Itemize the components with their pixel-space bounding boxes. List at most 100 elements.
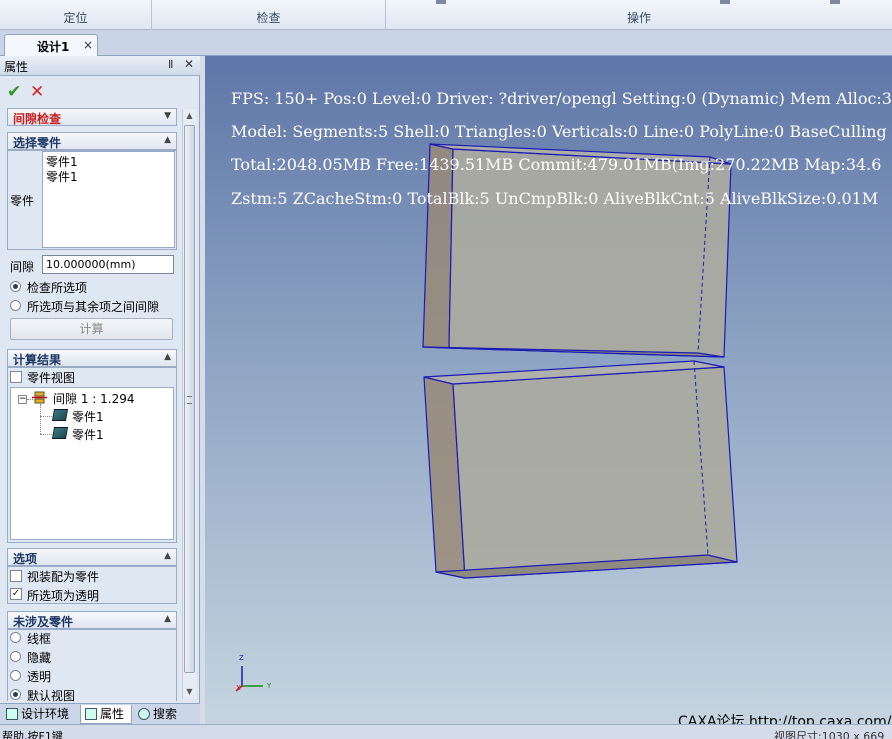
tab-search[interactable]: 搜索 bbox=[134, 705, 177, 724]
y-axis-label: Y bbox=[266, 682, 272, 690]
tree-connector bbox=[40, 434, 52, 435]
gap-label: 间隙 bbox=[10, 260, 35, 274]
cancel-x-icon[interactable]: ✕ bbox=[30, 82, 44, 102]
ribbon-group-label: 定位 bbox=[63, 11, 88, 25]
grip-icon bbox=[187, 396, 192, 404]
tree-connector bbox=[40, 404, 41, 434]
radio-label: 检查所选项 bbox=[27, 281, 88, 295]
assembly-as-part-checkbox[interactable] bbox=[10, 570, 22, 582]
document-tab[interactable]: 设计1 × bbox=[4, 34, 98, 56]
uninvolved-parts-header[interactable]: 未涉及零件 ▲ bbox=[7, 611, 177, 629]
checkbox-label: 视装配为零件 bbox=[27, 570, 100, 584]
ribbon-tool-icon[interactable] bbox=[830, 0, 840, 4]
z-axis-label: Z bbox=[239, 654, 244, 662]
tab-design-environment[interactable]: 设计环境 bbox=[2, 705, 69, 724]
ribbon-bar: 定位 检查 操作 bbox=[0, 0, 892, 30]
ribbon-group-operate: 操作 bbox=[386, 0, 892, 30]
chevron-down-icon: ▼ bbox=[164, 111, 171, 121]
chevron-up-icon: ▲ bbox=[164, 352, 171, 362]
status-view-size: 视图尺寸:1030 x 669 bbox=[774, 730, 885, 739]
radio-label: 所选项与其余项之间间隙 bbox=[27, 300, 160, 314]
section-title: 计算结果 bbox=[13, 353, 62, 367]
collapse-icon[interactable]: − bbox=[18, 395, 27, 404]
tree-item[interactable]: 零件1 bbox=[72, 408, 104, 425]
pin-icon[interactable]: Ⅱ bbox=[168, 58, 173, 71]
radio-wireframe[interactable] bbox=[10, 632, 21, 643]
part-1-body[interactable] bbox=[422, 143, 732, 358]
ribbon-tool-icon[interactable] bbox=[436, 0, 446, 4]
chevron-up-icon: ▲ bbox=[164, 614, 171, 624]
x-axis-label: X bbox=[236, 684, 241, 692]
section-title: 选择零件 bbox=[13, 136, 62, 150]
gap-result-icon bbox=[32, 391, 47, 404]
section-title: 未涉及零件 bbox=[13, 615, 74, 629]
part-view-checkbox[interactable] bbox=[10, 371, 22, 383]
ribbon-group-check: 检查 bbox=[152, 0, 386, 30]
scroll-down-icon[interactable]: ▼ bbox=[183, 685, 196, 699]
search-icon bbox=[138, 708, 150, 720]
radio-default-view[interactable] bbox=[10, 689, 21, 700]
panel-scrollbar[interactable]: ▲ ▼ bbox=[182, 109, 196, 699]
radio-hidden[interactable] bbox=[10, 651, 21, 662]
tree-connector bbox=[40, 416, 52, 417]
ribbon-tool-icon[interactable] bbox=[720, 0, 730, 4]
tab-label: 搜索 bbox=[153, 707, 178, 721]
transparent-selected-checkbox[interactable]: ✓ bbox=[10, 588, 22, 600]
radio-check-between[interactable] bbox=[10, 300, 21, 311]
part-icon bbox=[51, 409, 69, 421]
part-face-side bbox=[422, 143, 454, 349]
panel-title: 属性 bbox=[4, 60, 29, 74]
radio-check-selected[interactable] bbox=[10, 281, 21, 292]
checkbox-label: 所选项为透明 bbox=[27, 589, 100, 603]
document-tab-label: 设计1 bbox=[37, 40, 70, 54]
confirm-check-icon[interactable]: ✔ bbox=[7, 82, 21, 102]
stats-line: Zstm:5 ZCacheStm:0 TotalBlk:5 UnCmpBlk:0… bbox=[231, 189, 879, 208]
section-title: 选项 bbox=[13, 552, 38, 566]
compute-button[interactable]: 计算 bbox=[10, 318, 173, 340]
ribbon-group-label: 检查 bbox=[256, 11, 281, 25]
ribbon-group-label: 操作 bbox=[626, 11, 651, 25]
part-face-front bbox=[452, 366, 738, 579]
properties-icon bbox=[85, 708, 97, 720]
design-environment-icon bbox=[6, 708, 18, 720]
chevron-up-icon: ▲ bbox=[164, 135, 171, 145]
parts-field-label: 零件 bbox=[10, 194, 35, 208]
part-icon bbox=[51, 427, 69, 439]
gap-input[interactable]: 10.000000(mm) bbox=[42, 255, 174, 274]
stats-line: Total:2048.05MB Free:1439.51MB Commit:47… bbox=[231, 155, 882, 174]
part-2-body[interactable] bbox=[423, 360, 738, 579]
stats-line: Model: Segments:5 Shell:0 Triangles:0 Ve… bbox=[231, 122, 887, 141]
axis-triad: Z Y X bbox=[235, 654, 272, 692]
parts-list[interactable]: 零件1 零件1 bbox=[42, 151, 175, 248]
scrollbar-thumb[interactable] bbox=[184, 125, 195, 673]
radio-label: 透明 bbox=[27, 670, 52, 684]
tree-item[interactable]: 零件1 bbox=[72, 426, 104, 443]
close-tab-icon[interactable]: × bbox=[83, 38, 93, 52]
tab-properties[interactable]: 属性 bbox=[80, 705, 132, 724]
document-tab-strip: 设计1 × bbox=[0, 30, 892, 56]
chevron-up-icon: ▲ bbox=[164, 551, 171, 561]
radio-transparent[interactable] bbox=[10, 670, 21, 681]
scroll-up-icon[interactable]: ▲ bbox=[183, 109, 196, 123]
list-item[interactable]: 零件1 bbox=[46, 168, 78, 185]
command-title: 间隙检查 bbox=[13, 112, 62, 126]
status-bar: 帮助,按F1键 视图尺寸:1030 x 669 bbox=[0, 724, 892, 739]
results-tree[interactable]: − 间隙 1 : 1.294 零件1 零件1 bbox=[10, 387, 174, 540]
tree-root-label[interactable]: 间隙 1 : 1.294 bbox=[53, 390, 134, 407]
results-header[interactable]: 计算结果 ▲ bbox=[7, 349, 177, 367]
panel-bottom-tabs: 设计环境 属性 搜索 bbox=[0, 703, 200, 724]
3d-viewport[interactable]: Z Y X FPS: 150+ Pos:0 Level:0 Driver: ?d… bbox=[205, 56, 892, 724]
checkbox-label: 零件视图 bbox=[27, 371, 76, 385]
options-header[interactable]: 选项 ▲ bbox=[7, 548, 177, 566]
select-parts-header[interactable]: 选择零件 ▲ bbox=[7, 132, 177, 150]
watermark-text: CAXA论坛 http://top.caxa.com/ bbox=[678, 714, 892, 724]
radio-label: 默认视图 bbox=[27, 689, 76, 703]
stats-line: FPS: 150+ Pos:0 Level:0 Driver: ?driver/… bbox=[231, 89, 892, 108]
tab-label: 属性 bbox=[100, 707, 125, 721]
radio-label: 线框 bbox=[27, 632, 52, 646]
close-panel-icon[interactable]: ✕ bbox=[184, 57, 194, 71]
command-header[interactable]: 间隙检查 ▼ bbox=[7, 108, 177, 126]
ribbon-group-position: 定位 bbox=[0, 0, 152, 30]
panel-title-bar: 属性 Ⅱ ✕ bbox=[0, 56, 200, 76]
tab-label: 设计环境 bbox=[21, 707, 70, 721]
